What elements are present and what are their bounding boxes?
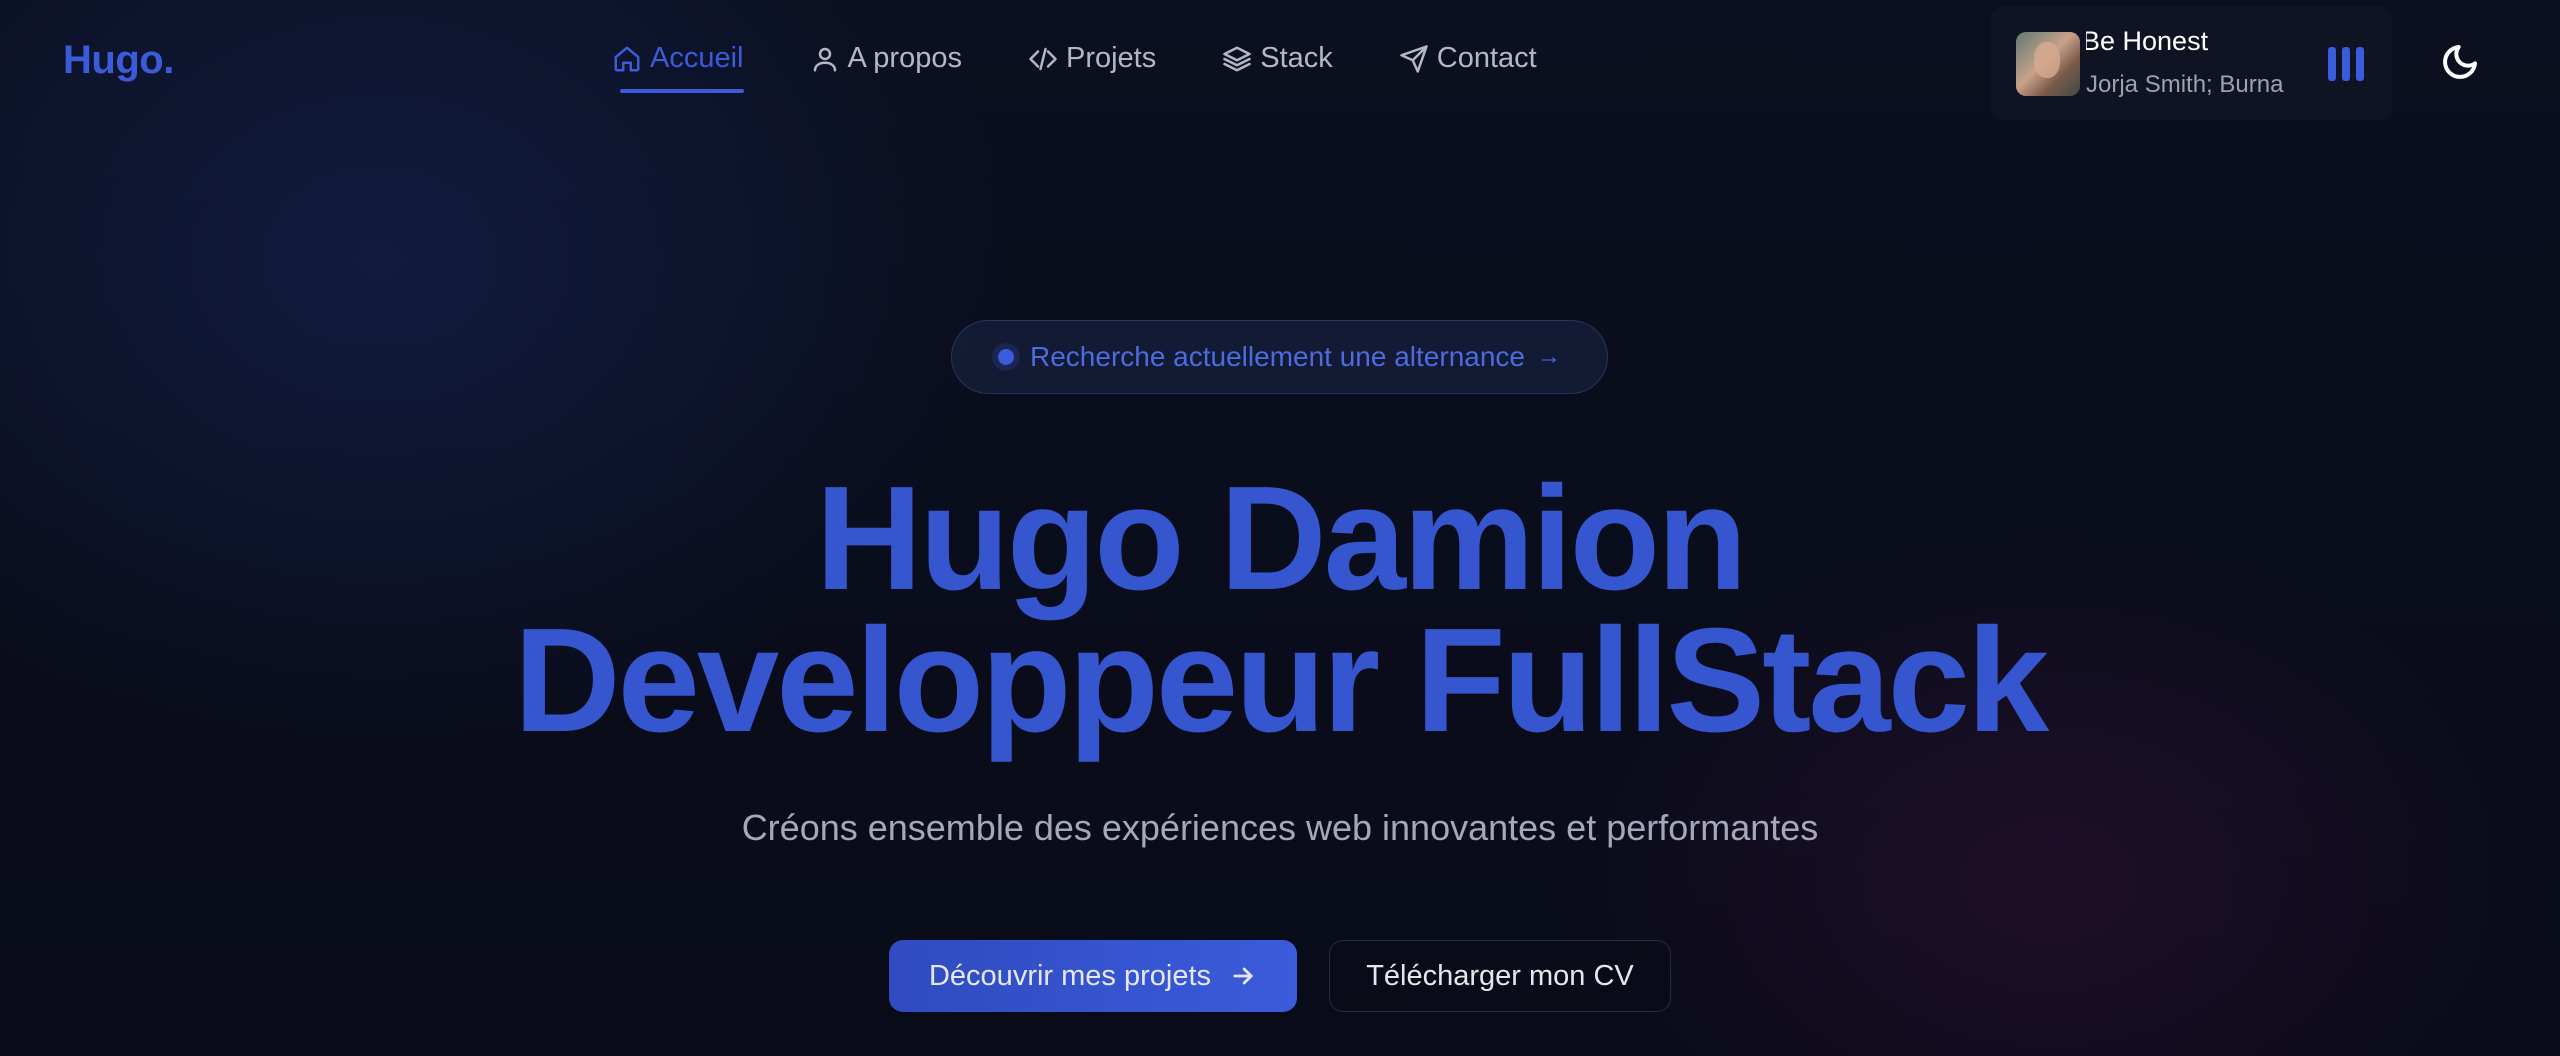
nav-item-label: Contact (1436, 42, 1537, 74)
track-artist: Jorja Smith; Burna (2086, 71, 2284, 98)
main-nav: Accueil A propos Projets Stack Contact (612, 42, 1537, 93)
equalizer-bar (2356, 47, 2364, 81)
nav-item-accueil[interactable]: Accueil (612, 42, 744, 93)
nav-item-projets[interactable]: Projets (1028, 42, 1156, 87)
status-badge[interactable]: Recherche actuellement une alternance → (951, 320, 1608, 394)
hero-title-name: Hugo Damion (815, 456, 1748, 621)
send-icon (1400, 44, 1428, 73)
button-label: Découvrir mes projets (928, 959, 1212, 992)
moon-icon (2443, 45, 2477, 79)
layers-icon (1223, 46, 1251, 71)
logo[interactable]: Hugo. (63, 38, 174, 83)
equalizer-icon[interactable] (2328, 47, 2364, 81)
theme-toggle-button[interactable] (2440, 42, 2480, 82)
button-label: Télécharger mon CV (1366, 959, 1634, 992)
track-info: Be Honest Jorja Smith; Burna (2086, 26, 2296, 99)
equalizer-bar (2342, 47, 2350, 81)
arrow-right-icon: → (1536, 343, 1561, 370)
hero-subtitle: Créons ensemble des expériences web inno… (741, 807, 1819, 848)
badge-text: Recherche actuellement une alternance (1030, 341, 1525, 372)
home-icon (614, 46, 640, 71)
code-icon (1029, 47, 1057, 70)
discover-projects-button[interactable]: Découvrir mes projets (889, 940, 1297, 1012)
nav-item-label: Stack (1260, 42, 1333, 74)
arrow-right-icon (1233, 967, 1253, 985)
track-title: Be Honest (2086, 26, 2209, 56)
album-cover (2016, 32, 2080, 96)
status-dot (998, 349, 1014, 365)
nav-item-label: A propos (847, 42, 962, 74)
download-cv-button[interactable]: Télécharger mon CV (1329, 940, 1671, 1012)
equalizer-bar (2328, 47, 2336, 81)
hero-title-role: Developpeur FullStack (513, 598, 2050, 763)
nav-item-contact[interactable]: Contact (1399, 42, 1537, 87)
nav-item-label: Accueil (650, 42, 744, 74)
user-icon (813, 47, 836, 71)
nav-item-a-propos[interactable]: A propos (810, 42, 962, 87)
nav-item-stack[interactable]: Stack (1222, 42, 1333, 87)
nav-item-label: Projets (1065, 42, 1157, 74)
